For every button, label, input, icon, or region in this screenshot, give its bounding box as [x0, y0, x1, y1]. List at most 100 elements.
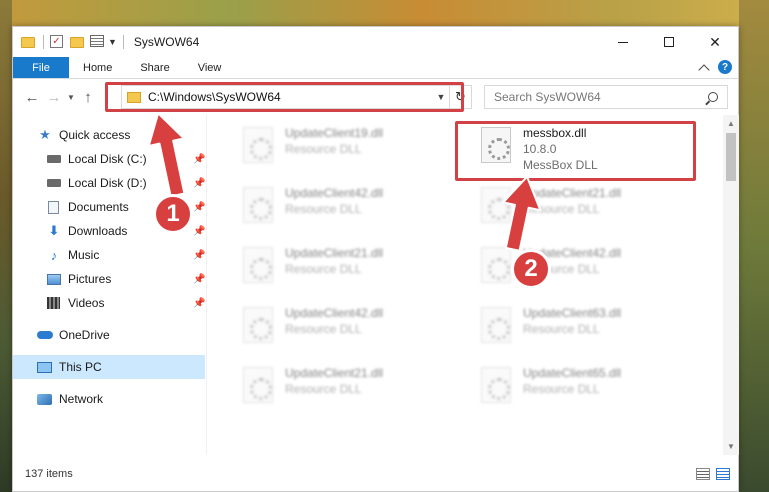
- dll-file-icon: [481, 127, 511, 163]
- close-button[interactable]: ✕: [692, 27, 738, 57]
- sidebar-item-label: OneDrive: [59, 328, 110, 342]
- desktop-background-left: [0, 0, 12, 492]
- file-type: Resource DLL: [523, 202, 600, 216]
- file-item[interactable]: UpdateClient63.dll Resource DLL: [475, 303, 705, 355]
- pin-icon[interactable]: 📌: [193, 274, 205, 285]
- file-item[interactable]: UpdateClient21.dll Resource DLL: [237, 243, 467, 295]
- scroll-down-icon[interactable]: ▼: [727, 442, 735, 451]
- computer-icon: [37, 361, 52, 373]
- file-name: UpdateClient21.dll: [285, 366, 384, 380]
- window-controls: ✕: [600, 27, 738, 57]
- sidebar-item-videos[interactable]: Videos 📌: [13, 291, 205, 315]
- address-path[interactable]: C:\Windows\SysWOW64: [148, 90, 433, 104]
- file-item[interactable]: UpdateClient42.dll Resource DLL: [475, 243, 705, 295]
- vertical-scrollbar[interactable]: ▲ ▼: [723, 115, 739, 455]
- pictures-icon: [47, 273, 61, 285]
- maximize-icon: [664, 37, 674, 47]
- network-icon: [37, 393, 52, 405]
- dll-file-icon: [481, 367, 511, 403]
- file-type: Resource DLL: [285, 202, 362, 216]
- pin-icon[interactable]: 📌: [193, 202, 205, 213]
- file-type: Resource DLL: [285, 142, 362, 156]
- item-count: 137 items: [25, 468, 73, 480]
- refresh-icon[interactable]: ↻: [449, 86, 471, 108]
- file-item[interactable]: UpdateClient42.dll Resource DLL: [237, 303, 467, 355]
- pin-icon[interactable]: 📌: [193, 298, 205, 309]
- dll-file-icon: [243, 247, 273, 283]
- file-item[interactable]: UpdateClient65.dll Resource DLL: [475, 363, 705, 415]
- pin-icon[interactable]: 📌: [193, 226, 205, 237]
- navigation-pane: ★ Quick access Local Disk (C:) 📌 Local D…: [13, 115, 205, 455]
- pin-icon[interactable]: 📌: [193, 178, 205, 189]
- folder-icon: [127, 91, 141, 103]
- tab-share[interactable]: Share: [126, 57, 183, 78]
- star-icon: ★: [39, 127, 51, 142]
- file-item[interactable]: UpdateClient19.dll Resource DLL: [237, 123, 467, 175]
- pin-icon[interactable]: 📌: [193, 154, 205, 165]
- view-buttons: [696, 468, 730, 480]
- customize-toolbar-chevron-icon[interactable]: ▼: [108, 37, 117, 47]
- file-name: UpdateClient42.dll: [285, 186, 384, 200]
- file-item[interactable]: UpdateClient42.dll Resource DLL: [237, 183, 467, 235]
- file-type: Resource DLL: [523, 382, 600, 396]
- sidebar-item-label: Downloads: [68, 224, 128, 238]
- file-explorer-window: ✓ ▼ SysWOW64 ✕ File Home Share View ? ← …: [12, 26, 739, 492]
- up-arrow-icon[interactable]: ↑: [77, 89, 99, 106]
- sidebar-item-local-disk-c[interactable]: Local Disk (C:) 📌: [13, 147, 205, 171]
- cloud-icon: [37, 331, 53, 339]
- properties-icon[interactable]: [90, 35, 106, 49]
- file-name: UpdateClient19.dll: [285, 126, 384, 140]
- folder-icon: [21, 35, 37, 49]
- file-type: MessBox DLL: [523, 158, 598, 172]
- new-folder-icon[interactable]: [70, 35, 86, 49]
- desktop-background: [0, 0, 769, 26]
- recent-locations-chevron-icon[interactable]: ▼: [65, 93, 77, 102]
- sidebar-item-onedrive[interactable]: OneDrive: [13, 323, 205, 347]
- file-name: messbox.dll: [523, 126, 587, 140]
- dll-file-icon: [481, 247, 511, 283]
- title-bar: ✓ ▼ SysWOW64 ✕: [13, 27, 738, 57]
- tab-file[interactable]: File: [13, 57, 69, 78]
- tab-view[interactable]: View: [184, 57, 236, 78]
- sidebar-item-local-disk-d[interactable]: Local Disk (D:) 📌: [13, 171, 205, 195]
- dll-file-icon: [243, 307, 273, 343]
- sidebar-item-network[interactable]: Network: [13, 387, 205, 411]
- search-input[interactable]: Search SysWOW64: [484, 85, 728, 109]
- sidebar-item-this-pc[interactable]: This PC: [13, 355, 205, 379]
- address-history-chevron-icon[interactable]: ▼: [433, 92, 449, 102]
- help-icon[interactable]: ?: [718, 60, 732, 74]
- drive-icon: [47, 155, 61, 163]
- sidebar-item-label: Music: [68, 248, 100, 262]
- address-row: ← → ▼ ↑ C:\Windows\SysWOW64 ▼ ↻ Search S…: [13, 80, 738, 114]
- file-name: UpdateClient63.dll: [523, 306, 622, 320]
- minimize-button[interactable]: [600, 27, 646, 57]
- scroll-thumb[interactable]: [726, 133, 736, 181]
- tab-home[interactable]: Home: [69, 57, 126, 78]
- sidebar-item-quick-access[interactable]: ★ Quick access: [13, 123, 205, 147]
- sidebar-item-label: Network: [59, 392, 104, 406]
- file-type: Resource DLL: [285, 382, 362, 396]
- search-placeholder: Search SysWOW64: [494, 90, 601, 104]
- pin-icon[interactable]: 📌: [193, 250, 205, 261]
- sidebar-item-music[interactable]: ♪ Music 📌: [13, 243, 206, 267]
- scroll-up-icon[interactable]: ▲: [727, 119, 735, 128]
- file-item[interactable]: UpdateClient21.dll Resource DLL: [237, 363, 467, 415]
- expand-ribbon-chevron-icon[interactable]: [698, 64, 710, 76]
- properties-check-icon[interactable]: ✓: [50, 35, 66, 49]
- sidebar-item-label: Videos: [68, 296, 105, 310]
- file-item-messbox[interactable]: messbox.dll 10.8.0 MessBox DLL: [475, 123, 705, 175]
- sidebar-item-pictures[interactable]: Pictures 📌: [13, 267, 205, 291]
- tiles-view-icon[interactable]: [716, 468, 730, 480]
- back-arrow-icon[interactable]: ←: [21, 89, 43, 106]
- download-arrow-icon: ⬇: [48, 223, 60, 238]
- dll-file-icon: [243, 127, 273, 163]
- file-item[interactable]: UpdateClient21.dll Resource DLL: [475, 183, 705, 235]
- maximize-button[interactable]: [646, 27, 692, 57]
- forward-arrow-icon[interactable]: →: [43, 89, 65, 106]
- minimize-icon: [618, 41, 628, 43]
- pane-divider: [206, 115, 207, 455]
- details-view-icon[interactable]: [696, 468, 710, 480]
- address-bar[interactable]: C:\Windows\SysWOW64 ▼ ↻: [121, 85, 472, 109]
- file-version: 10.8.0: [523, 142, 557, 156]
- close-icon: ✕: [709, 33, 721, 50]
